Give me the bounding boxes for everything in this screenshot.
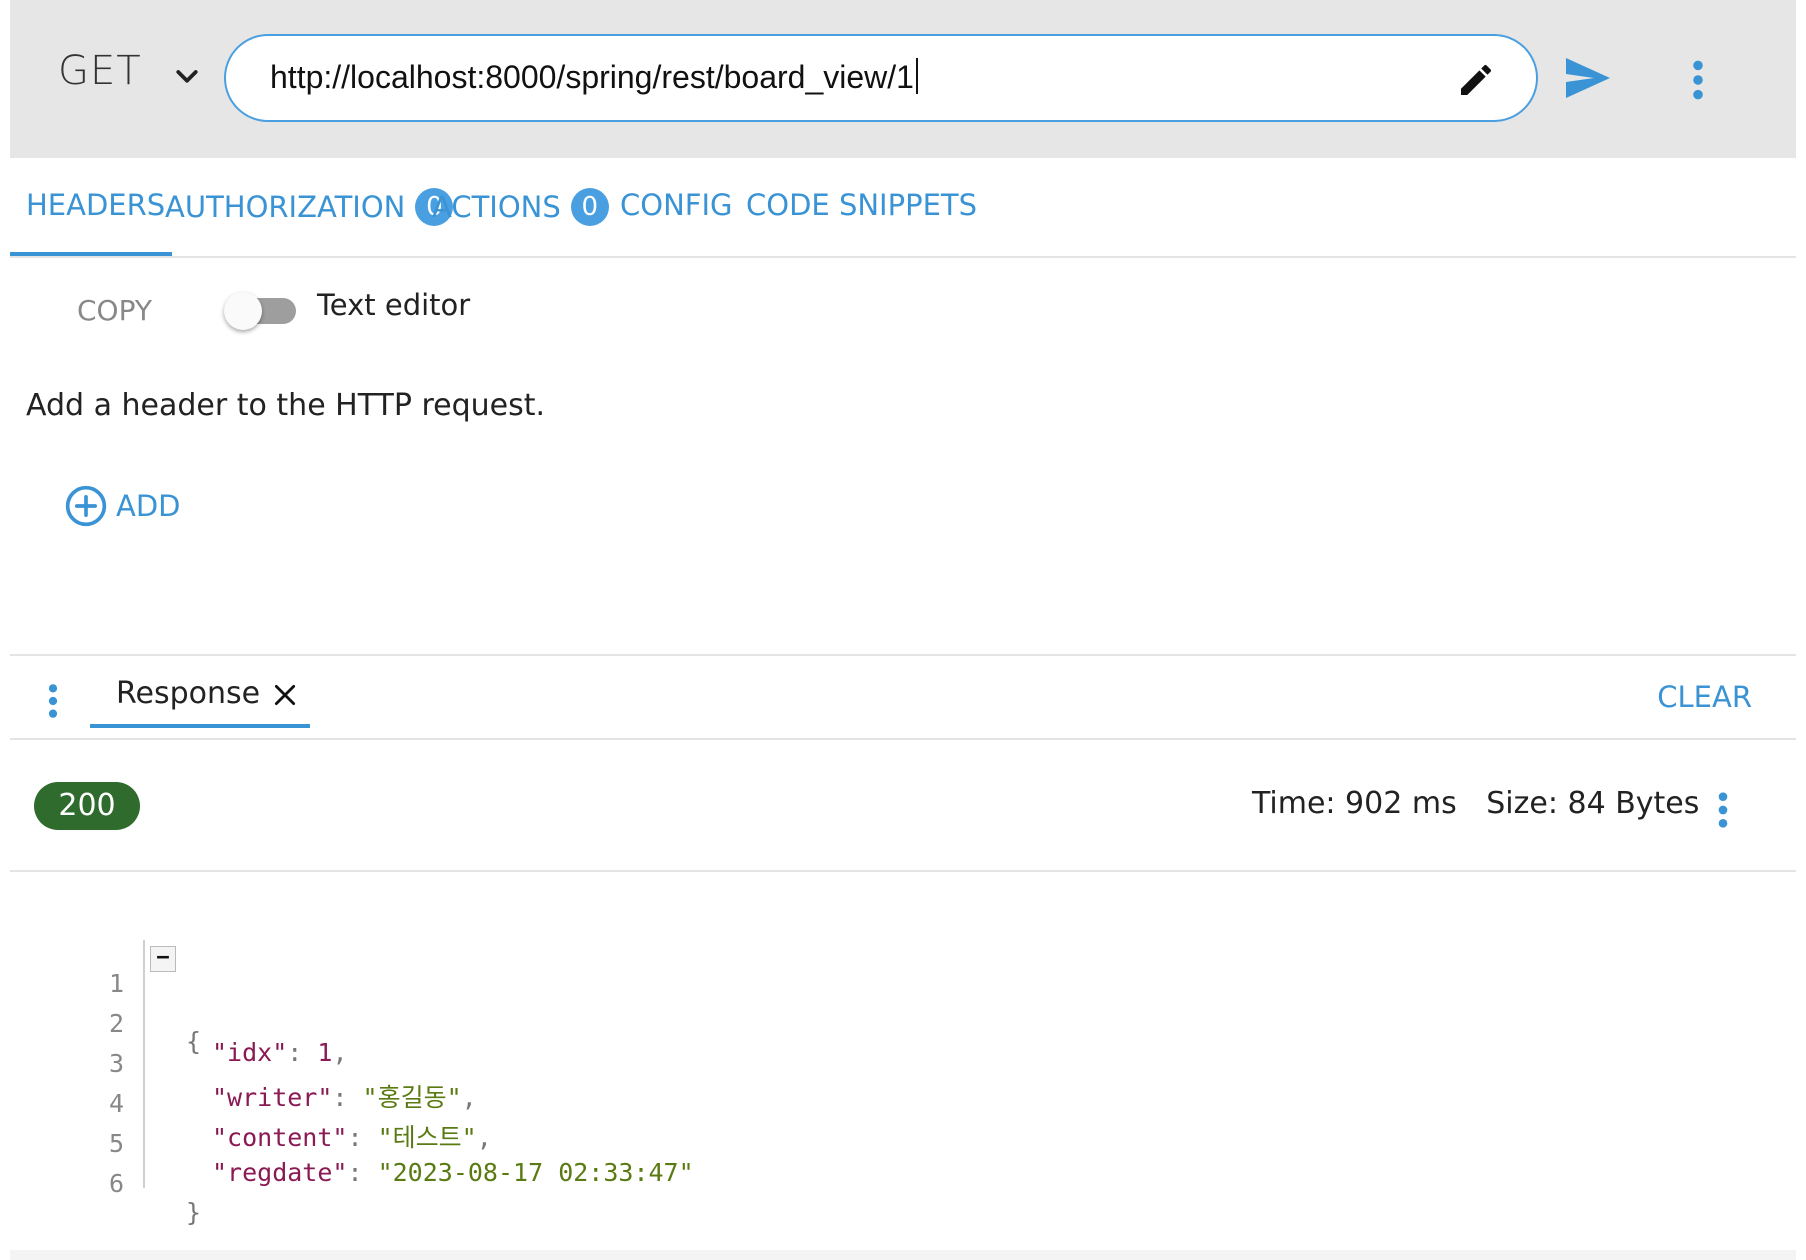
chevron-down-icon[interactable]: [172, 62, 202, 92]
tab-label: AUTHORIZATION: [165, 190, 406, 224]
code-line: 4 "content": "테스트",: [10, 1060, 1010, 1152]
copy-button[interactable]: COPY: [77, 294, 152, 327]
more-vert-icon[interactable]: [1690, 58, 1706, 102]
response-time: Time: 902 ms: [1252, 786, 1457, 821]
code-line: 3 "writer": "홍길동",: [10, 1020, 1010, 1112]
request-bar: GET http://localhost:8000/spring/rest/bo…: [10, 0, 1796, 158]
headers-hint: Add a header to the HTTP request.: [26, 388, 546, 423]
add-header-button[interactable]: ADD: [64, 484, 181, 528]
tab-headers[interactable]: HEADERS: [26, 188, 165, 222]
text-editor-toggle[interactable]: [224, 290, 298, 330]
url-text[interactable]: http://localhost:8000/spring/rest/board_…: [270, 59, 914, 95]
response-body-viewer[interactable]: 1 − { 2 "idx": 1, 3 "writer": "홍길동", 4 "…: [10, 940, 1796, 1227]
tab-code-snippets[interactable]: CODE SNIPPETS: [746, 188, 977, 222]
url-input[interactable]: http://localhost:8000/spring/rest/board_…: [224, 34, 1538, 122]
tab-label: CONFIG: [620, 188, 733, 222]
toggle-knob: [224, 292, 262, 330]
response-panel-header: Response CLEAR: [10, 654, 1796, 740]
tab-label: ACTIONS: [432, 190, 561, 224]
tab-label: HEADERS: [26, 188, 166, 222]
method-select[interactable]: GET: [58, 48, 142, 94]
fold-toggle[interactable]: −: [150, 946, 176, 972]
code-line: 6 }: [10, 1140, 1010, 1227]
send-icon[interactable]: [1564, 56, 1612, 100]
tab-actions[interactable]: ACTIONS 0: [432, 188, 609, 226]
add-label: ADD: [116, 489, 181, 523]
line-number: 6: [108, 1169, 124, 1198]
response-status-row: 200 Time: 902 ms Size: 84 Bytes: [10, 742, 1796, 872]
code-line: 2 "idx": 1,: [10, 980, 1010, 1067]
code-line: 5 "regdate": "2023-08-17 02:33:47": [10, 1100, 1010, 1187]
active-tab-indicator: [10, 252, 172, 256]
tab-label: CODE SNIPPETS: [746, 188, 978, 222]
tab-authorization[interactable]: AUTHORIZATION 0: [165, 188, 454, 226]
tab-config[interactable]: CONFIG: [620, 188, 732, 222]
more-vert-icon[interactable]: [1716, 790, 1730, 830]
toggle-label: Text editor: [317, 288, 471, 322]
request-tabs: HEADERS AUTHORIZATION 0 ACTIONS 0 CONFIG…: [10, 158, 1796, 258]
code-line: 1 − {: [10, 940, 1010, 1056]
response-tab-label: Response: [116, 676, 261, 711]
count-badge: 0: [570, 188, 609, 226]
code-text: }: [186, 1198, 202, 1227]
add-circle-icon: [65, 485, 107, 527]
clear-button[interactable]: CLEAR: [1657, 680, 1752, 714]
close-icon[interactable]: [272, 682, 298, 708]
status-badge: 200: [34, 782, 140, 830]
text-caret: [915, 58, 918, 94]
more-vert-icon[interactable]: [46, 682, 60, 720]
response-size: Size: 84 Bytes: [1486, 786, 1700, 821]
tab-response[interactable]: Response: [90, 656, 310, 728]
edit-pencil-icon[interactable]: [1456, 60, 1496, 100]
bottom-strip: [10, 1250, 1796, 1260]
response-meta: Time: 902 ms Size: 84 Bytes: [1252, 786, 1719, 821]
